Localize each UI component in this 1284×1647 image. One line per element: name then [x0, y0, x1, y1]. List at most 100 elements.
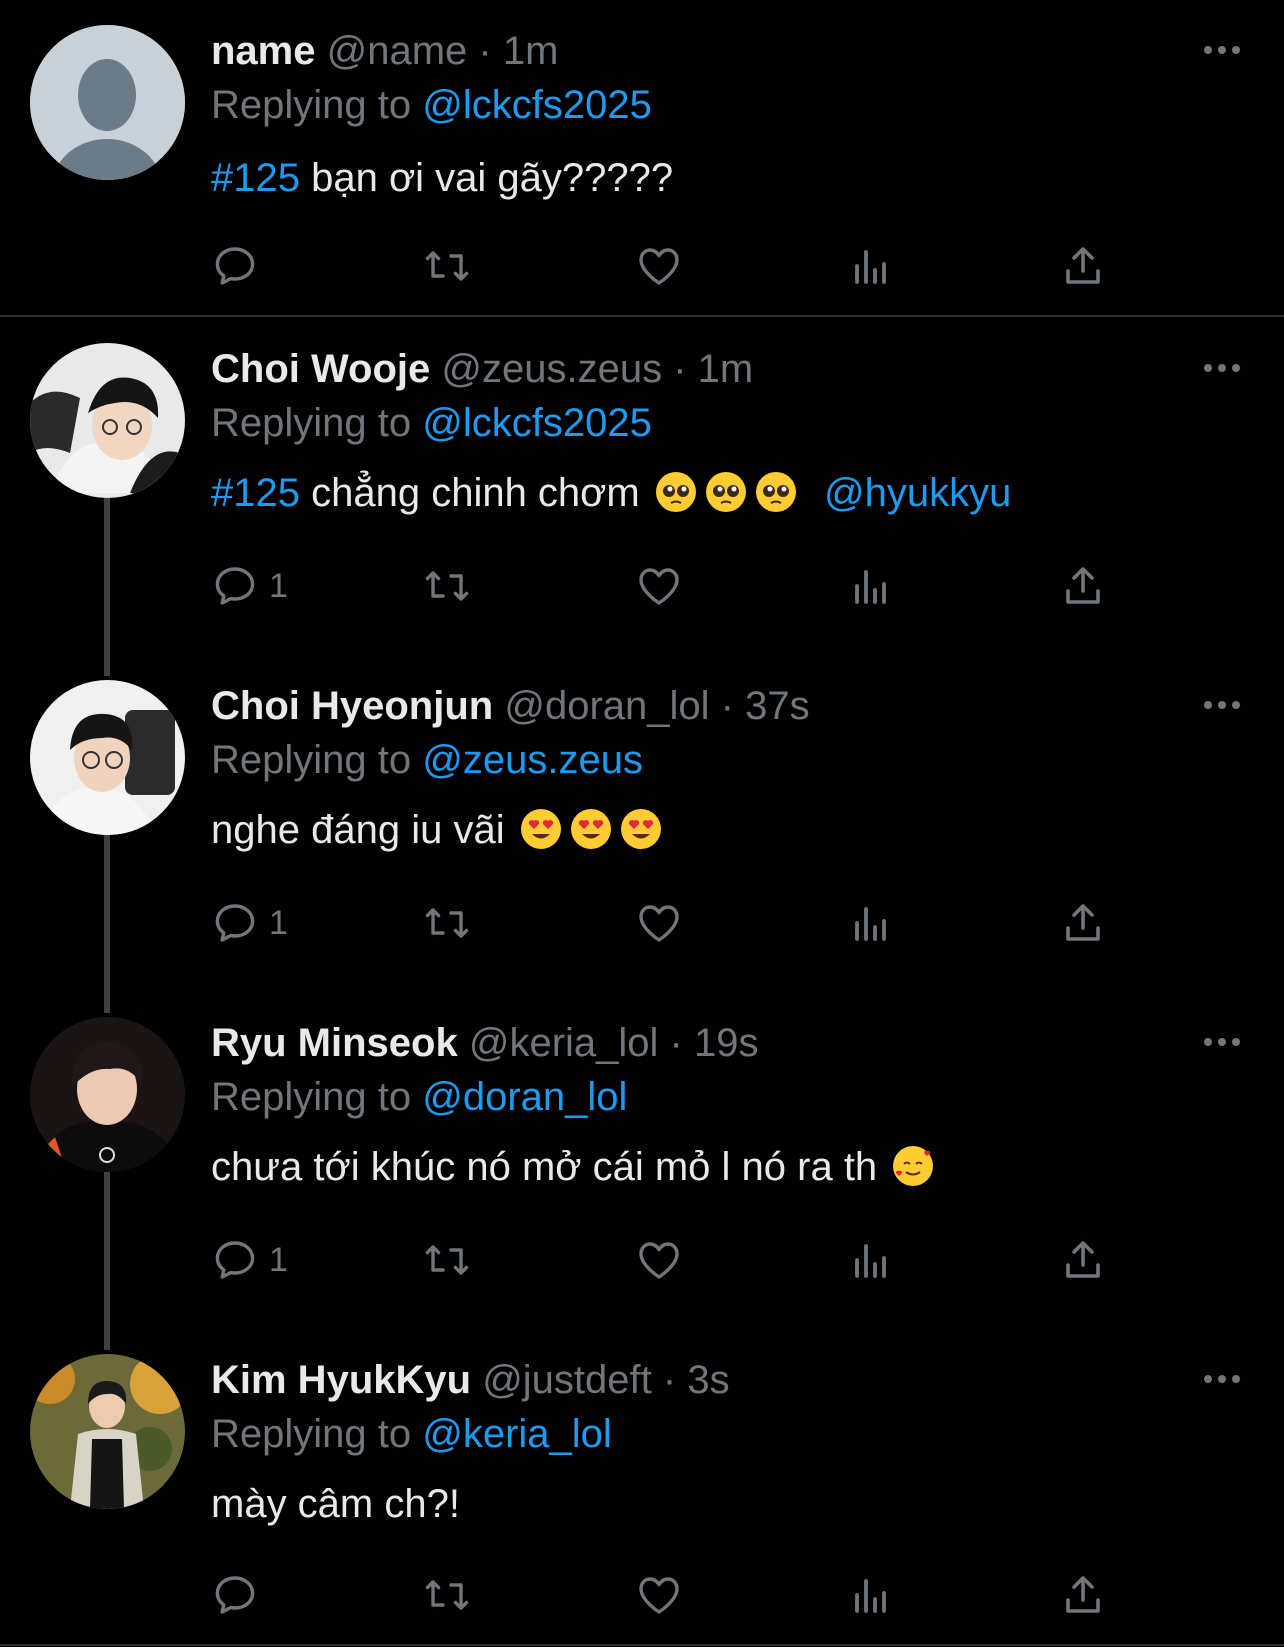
- avatar[interactable]: [30, 1354, 185, 1509]
- reply-button[interactable]: 1: [211, 1230, 288, 1290]
- share-button[interactable]: [1059, 893, 1107, 953]
- reply-feed: name @name · 1m Replying to @lckcfs2025 …: [0, 0, 1284, 1647]
- pleading-face-emoji: [755, 472, 796, 512]
- reply-icon: [215, 247, 255, 285]
- display-name[interactable]: Choi Hyeonjun: [211, 684, 493, 728]
- tweet-kim-hyukkyu[interactable]: Kim HyukKyu @justdeft · 3s Replying to @…: [0, 1329, 1284, 1647]
- action-bar: 1: [211, 1230, 1211, 1290]
- reply-button[interactable]: 1: [211, 556, 288, 616]
- avatar[interactable]: [30, 343, 185, 498]
- replying-prefix: Replying to: [211, 1075, 423, 1119]
- retweet-icon: [425, 908, 469, 938]
- replying-to-mention[interactable]: @zeus.zeus: [422, 738, 643, 782]
- user-handle[interactable]: @doran_lol: [504, 684, 709, 728]
- more-icon[interactable]: [1202, 693, 1242, 717]
- more-icon[interactable]: [1202, 1030, 1242, 1054]
- views-button[interactable]: [847, 236, 895, 296]
- replying-prefix: Replying to: [211, 1412, 423, 1456]
- more-icon[interactable]: [1202, 38, 1242, 62]
- reply-count: 1: [269, 1240, 288, 1279]
- avatar[interactable]: [30, 25, 185, 180]
- display-name[interactable]: Kim HyukKyu: [211, 1358, 471, 1402]
- replying-to: Replying to @doran_lol: [211, 1072, 627, 1122]
- more-icon[interactable]: [1202, 356, 1242, 380]
- views-button[interactable]: [847, 1565, 895, 1625]
- retweet-button[interactable]: [423, 1230, 471, 1290]
- timestamp[interactable]: · 3s: [663, 1358, 730, 1402]
- replying-to: Replying to @lckcfs2025: [211, 80, 652, 130]
- like-button[interactable]: [635, 1230, 683, 1290]
- reply-count: 1: [269, 903, 288, 942]
- divider: [0, 315, 1284, 317]
- tweet-header: Kim HyukKyu @justdeft · 3s: [211, 1355, 730, 1405]
- reply-button[interactable]: [211, 1565, 269, 1625]
- tweet-text-content: bạn ơi vai gãy?????: [299, 156, 674, 200]
- reply-button[interactable]: [211, 236, 269, 296]
- like-icon: [639, 1242, 679, 1279]
- timestamp[interactable]: · 37s: [721, 684, 810, 728]
- hashtag[interactable]: #125: [211, 471, 300, 515]
- like-button[interactable]: [635, 893, 683, 953]
- replying-prefix: Replying to: [211, 401, 423, 445]
- replying-to-mention[interactable]: @keria_lol: [422, 1412, 612, 1456]
- reply-button[interactable]: 1: [211, 893, 288, 953]
- replying-prefix: Replying to: [211, 738, 423, 782]
- replying-to: Replying to @zeus.zeus: [211, 735, 643, 785]
- user-handle[interactable]: @zeus.zeus: [441, 347, 662, 391]
- user-handle[interactable]: @justdeft: [482, 1358, 652, 1402]
- replying-to-mention[interactable]: @lckcfs2025: [422, 401, 652, 445]
- like-button[interactable]: [635, 1565, 683, 1625]
- views-button[interactable]: [847, 556, 895, 616]
- user-handle[interactable]: @name: [327, 29, 468, 73]
- share-icon: [1066, 904, 1100, 941]
- views-button[interactable]: [847, 893, 895, 953]
- display-name[interactable]: Ryu Minseok: [211, 1021, 458, 1065]
- views-icon: [855, 907, 886, 941]
- like-button[interactable]: [635, 236, 683, 296]
- share-button[interactable]: [1059, 1230, 1107, 1290]
- retweet-button[interactable]: [423, 556, 471, 616]
- retweet-button[interactable]: [423, 893, 471, 953]
- retweet-button[interactable]: [423, 236, 471, 296]
- retweet-icon: [425, 1580, 469, 1610]
- action-bar: [211, 236, 1211, 296]
- retweet-button[interactable]: [423, 1565, 471, 1625]
- views-icon: [855, 1579, 886, 1613]
- reply-count: 1: [269, 566, 288, 605]
- like-button[interactable]: [635, 556, 683, 616]
- divider: [0, 1644, 1284, 1646]
- like-icon: [639, 568, 679, 605]
- views-icon: [855, 570, 886, 604]
- timestamp[interactable]: · 1m: [673, 347, 753, 391]
- display-name[interactable]: Choi Wooje: [211, 347, 430, 391]
- tweet-name[interactable]: name @name · 1m Replying to @lckcfs2025 …: [0, 0, 1284, 316]
- share-button[interactable]: [1059, 236, 1107, 296]
- retweet-icon: [425, 571, 469, 601]
- tweet-choi-wooje[interactable]: Choi Wooje @zeus.zeus · 1m Replying to @…: [0, 318, 1284, 655]
- replying-to-mention[interactable]: @doran_lol: [422, 1075, 627, 1119]
- hashtag[interactable]: #125: [211, 156, 300, 200]
- smiling-face-with-hearts-emoji: [893, 1146, 934, 1186]
- replying-to-mention[interactable]: @lckcfs2025: [422, 83, 652, 127]
- timestamp[interactable]: · 19s: [670, 1021, 759, 1065]
- timestamp[interactable]: · 1m: [478, 29, 558, 73]
- trailing-mention[interactable]: @hyukkyu: [824, 471, 1011, 515]
- tweet-choi-hyeonjun[interactable]: Choi Hyeonjun @doran_lol · 37s Replying …: [0, 655, 1284, 992]
- share-button[interactable]: [1059, 556, 1107, 616]
- share-button[interactable]: [1059, 1565, 1107, 1625]
- views-icon: [855, 250, 886, 284]
- heart-eyes-emoji: [570, 809, 611, 849]
- avatar[interactable]: [30, 1017, 185, 1172]
- tweet-text: chưa tới khúc nó mở cái mỏ l nó ra th: [211, 1140, 938, 1194]
- pleading-face-emoji: [705, 472, 746, 512]
- tweet-header: name @name · 1m: [211, 26, 558, 76]
- views-icon: [855, 1244, 886, 1278]
- tweet-ryu-minseok[interactable]: Ryu Minseok @keria_lol · 19s Replying to…: [0, 992, 1284, 1329]
- views-button[interactable]: [847, 1230, 895, 1290]
- display-name[interactable]: name: [211, 29, 316, 73]
- tweet-text: #125 bạn ơi vai gãy?????: [211, 151, 673, 205]
- avatar[interactable]: [30, 680, 185, 835]
- more-icon[interactable]: [1202, 1367, 1242, 1391]
- like-icon: [639, 1577, 679, 1614]
- user-handle[interactable]: @keria_lol: [469, 1021, 659, 1065]
